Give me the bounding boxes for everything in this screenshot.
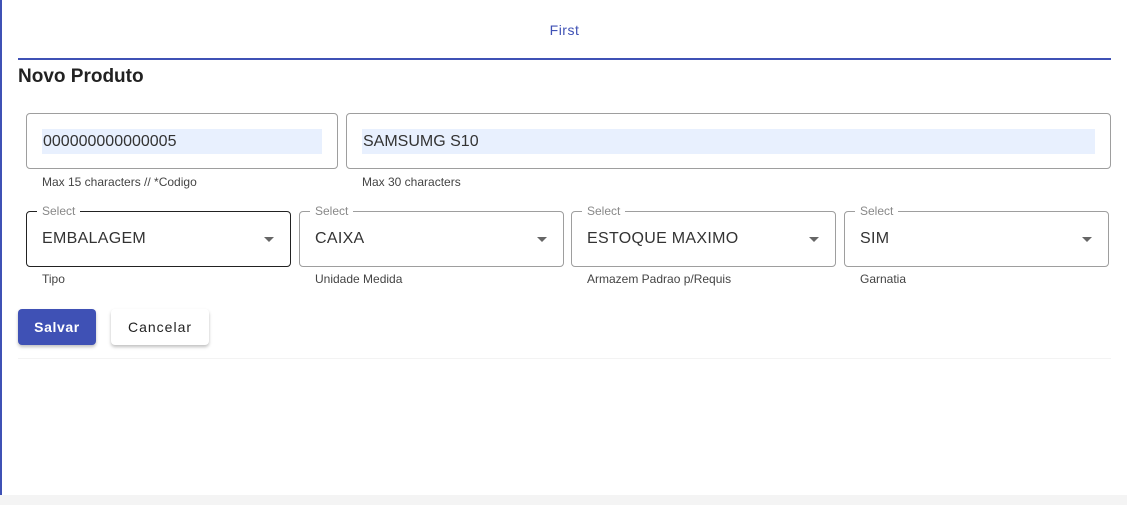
descricao-input[interactable]: SAMSUMG S10 [346,113,1111,169]
dropdown-arrow-icon[interactable] [537,237,547,242]
codigo-input[interactable]: 000000000000005 [26,113,338,169]
armazem-hint: Armazem Padrao p/Requis [587,272,732,286]
unidade-medida-hint: Unidade Medida [315,272,403,286]
descricao-hint: Max 30 characters [362,175,461,189]
armazem-select[interactable]: Select ESTOQUE MAXIMO [571,204,836,267]
dropdown-arrow-icon[interactable] [809,237,819,242]
select-value: ESTOQUE MAXIMO [587,230,739,247]
garantia-hint: Garnatia [860,272,907,286]
select-value: SIM [860,230,890,247]
divider [18,358,1111,359]
select-value: EMBALAGEM [42,230,147,247]
select-label: Select [37,204,81,218]
footer-band [0,495,1127,505]
tipo-select[interactable]: Select EMBALAGEM [26,204,291,267]
left-border [0,0,2,505]
page-title: Novo Produto [18,66,144,87]
cancel-button[interactable]: Cancelar [111,309,209,345]
codigo-hint: Max 15 characters // *Codigo [42,175,197,189]
select-label: Select [310,204,354,218]
dropdown-arrow-icon[interactable] [264,237,274,242]
tipo-hint: Tipo [42,272,65,286]
tab-indicator [18,58,1111,60]
select-label: Select [855,204,899,218]
select-label: Select [582,204,626,218]
dropdown-arrow-icon[interactable] [1082,237,1092,242]
garantia-select[interactable]: Select SIM [844,204,1109,267]
tab-first[interactable]: First [18,22,1111,38]
descricao-value[interactable]: SAMSUMG S10 [362,129,1095,154]
save-button[interactable]: Salvar [18,309,96,345]
codigo-value[interactable]: 000000000000005 [42,129,322,154]
select-value: CAIXA [315,230,365,247]
unidade-medida-select[interactable]: Select CAIXA [299,204,564,267]
